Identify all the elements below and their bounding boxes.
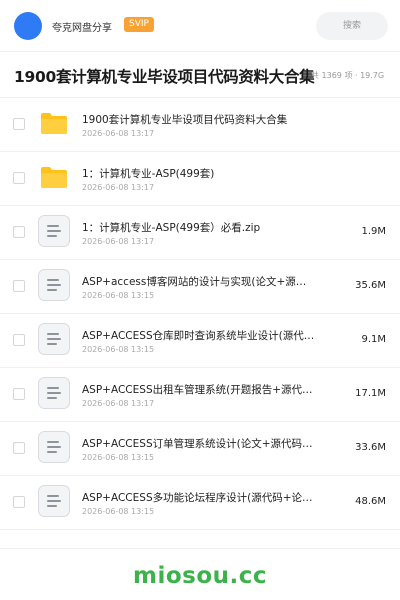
document-icon — [38, 485, 70, 517]
file-name[interactable]: 1：计算机专业-ASP(499套）必看.zip — [82, 220, 318, 235]
file-name[interactable]: ASP+ACCESS订单管理系统设计(论文+源代码… — [82, 436, 318, 451]
search-input[interactable]: 搜索 — [316, 12, 388, 40]
document-icon — [38, 215, 70, 247]
file-row[interactable]: ASP+ACCESS多功能论坛程序设计(源代码+论… 2026-06-08 13:… — [0, 476, 400, 530]
row-checkbox[interactable] — [13, 442, 25, 454]
share-meta: 共 1369 项 · 19.7G — [311, 71, 385, 80]
file-name[interactable]: ASP+ACCESS多功能论坛程序设计(源代码+论… — [82, 490, 318, 505]
row-checkbox[interactable] — [13, 226, 25, 238]
file-date: 2026-06-08 13:17 — [82, 183, 155, 192]
file-size: 35.6M — [355, 280, 386, 291]
row-checkbox[interactable] — [13, 388, 25, 400]
file-name[interactable]: ASP+ACCESS出租车管理系统(开题报告+源代… — [82, 382, 318, 397]
file-date: 2026-06-08 13:17 — [82, 399, 155, 408]
folder-icon — [38, 107, 70, 139]
document-icon — [38, 269, 70, 301]
file-size: 48.6M — [355, 496, 386, 507]
file-row[interactable]: ASP+access博客网站的设计与实现(论文+源… 2026-06-08 13:… — [0, 260, 400, 314]
file-size: 1.9M — [361, 226, 386, 237]
document-icon — [38, 323, 70, 355]
file-size: 9.1M — [361, 334, 386, 345]
file-date: 2026-06-08 13:17 — [82, 129, 155, 138]
file-date: 2026-06-08 13:15 — [82, 291, 155, 300]
page-title: 1900套计算机专业毕设项目代码资料大合集 — [14, 68, 315, 86]
file-name[interactable]: ASP+access博客网站的设计与实现(论文+源… — [82, 274, 318, 289]
row-checkbox[interactable] — [13, 496, 25, 508]
row-checkbox[interactable] — [13, 172, 25, 184]
file-name[interactable]: ASP+ACCESS仓库即时查询系统毕业设计(源代… — [82, 328, 318, 343]
avatar[interactable] — [14, 12, 42, 40]
row-checkbox[interactable] — [13, 334, 25, 346]
file-row[interactable]: ASP+ACCESS出租车管理系统(开题报告+源代… 2026-06-08 13:… — [0, 368, 400, 422]
file-size: 17.1M — [355, 388, 386, 399]
footer: miosou.cc — [0, 548, 400, 600]
file-name[interactable]: 1900套计算机专业毕设项目代码资料大合集 — [82, 112, 318, 127]
row-checkbox[interactable] — [13, 280, 25, 292]
svip-badge: SVIP — [124, 17, 154, 32]
file-row[interactable]: 1900套计算机专业毕设项目代码资料大合集 2026-06-08 13:17 — [0, 98, 400, 152]
file-row[interactable]: ASP+ACCESS仓库即时查询系统毕业设计(源代… 2026-06-08 13:… — [0, 314, 400, 368]
file-row[interactable]: 1：计算机专业-ASP(499套) 2026-06-08 13:17 — [0, 152, 400, 206]
file-name[interactable]: 1：计算机专业-ASP(499套) — [82, 166, 318, 181]
brand-watermark: miosou.cc — [132, 563, 268, 589]
file-date: 2026-06-08 13:15 — [82, 453, 155, 462]
file-row[interactable]: ASP+ACCESS订单管理系统设计(论文+源代码… 2026-06-08 13:… — [0, 422, 400, 476]
document-icon — [38, 431, 70, 463]
folder-icon — [38, 161, 70, 193]
file-list: 1900套计算机专业毕设项目代码资料大合集 2026-06-08 13:17 1：… — [0, 98, 400, 530]
share-title-bar: 1900套计算机专业毕设项目代码资料大合集 共 1369 项 · 19.7G — [0, 52, 400, 98]
file-row[interactable]: 1：计算机专业-ASP(499套）必看.zip 2026-06-08 13:17 1… — [0, 206, 400, 260]
file-date: 2026-06-08 13:17 — [82, 237, 155, 246]
file-date: 2026-06-08 13:15 — [82, 507, 155, 516]
username[interactable]: 夸克网盘分享 — [52, 19, 112, 34]
file-size: 33.6M — [355, 442, 386, 453]
row-checkbox[interactable] — [13, 118, 25, 130]
document-icon — [38, 377, 70, 409]
file-date: 2026-06-08 13:15 — [82, 345, 155, 354]
app-header: 夸克网盘分享 SVIP 搜索 — [0, 0, 400, 52]
